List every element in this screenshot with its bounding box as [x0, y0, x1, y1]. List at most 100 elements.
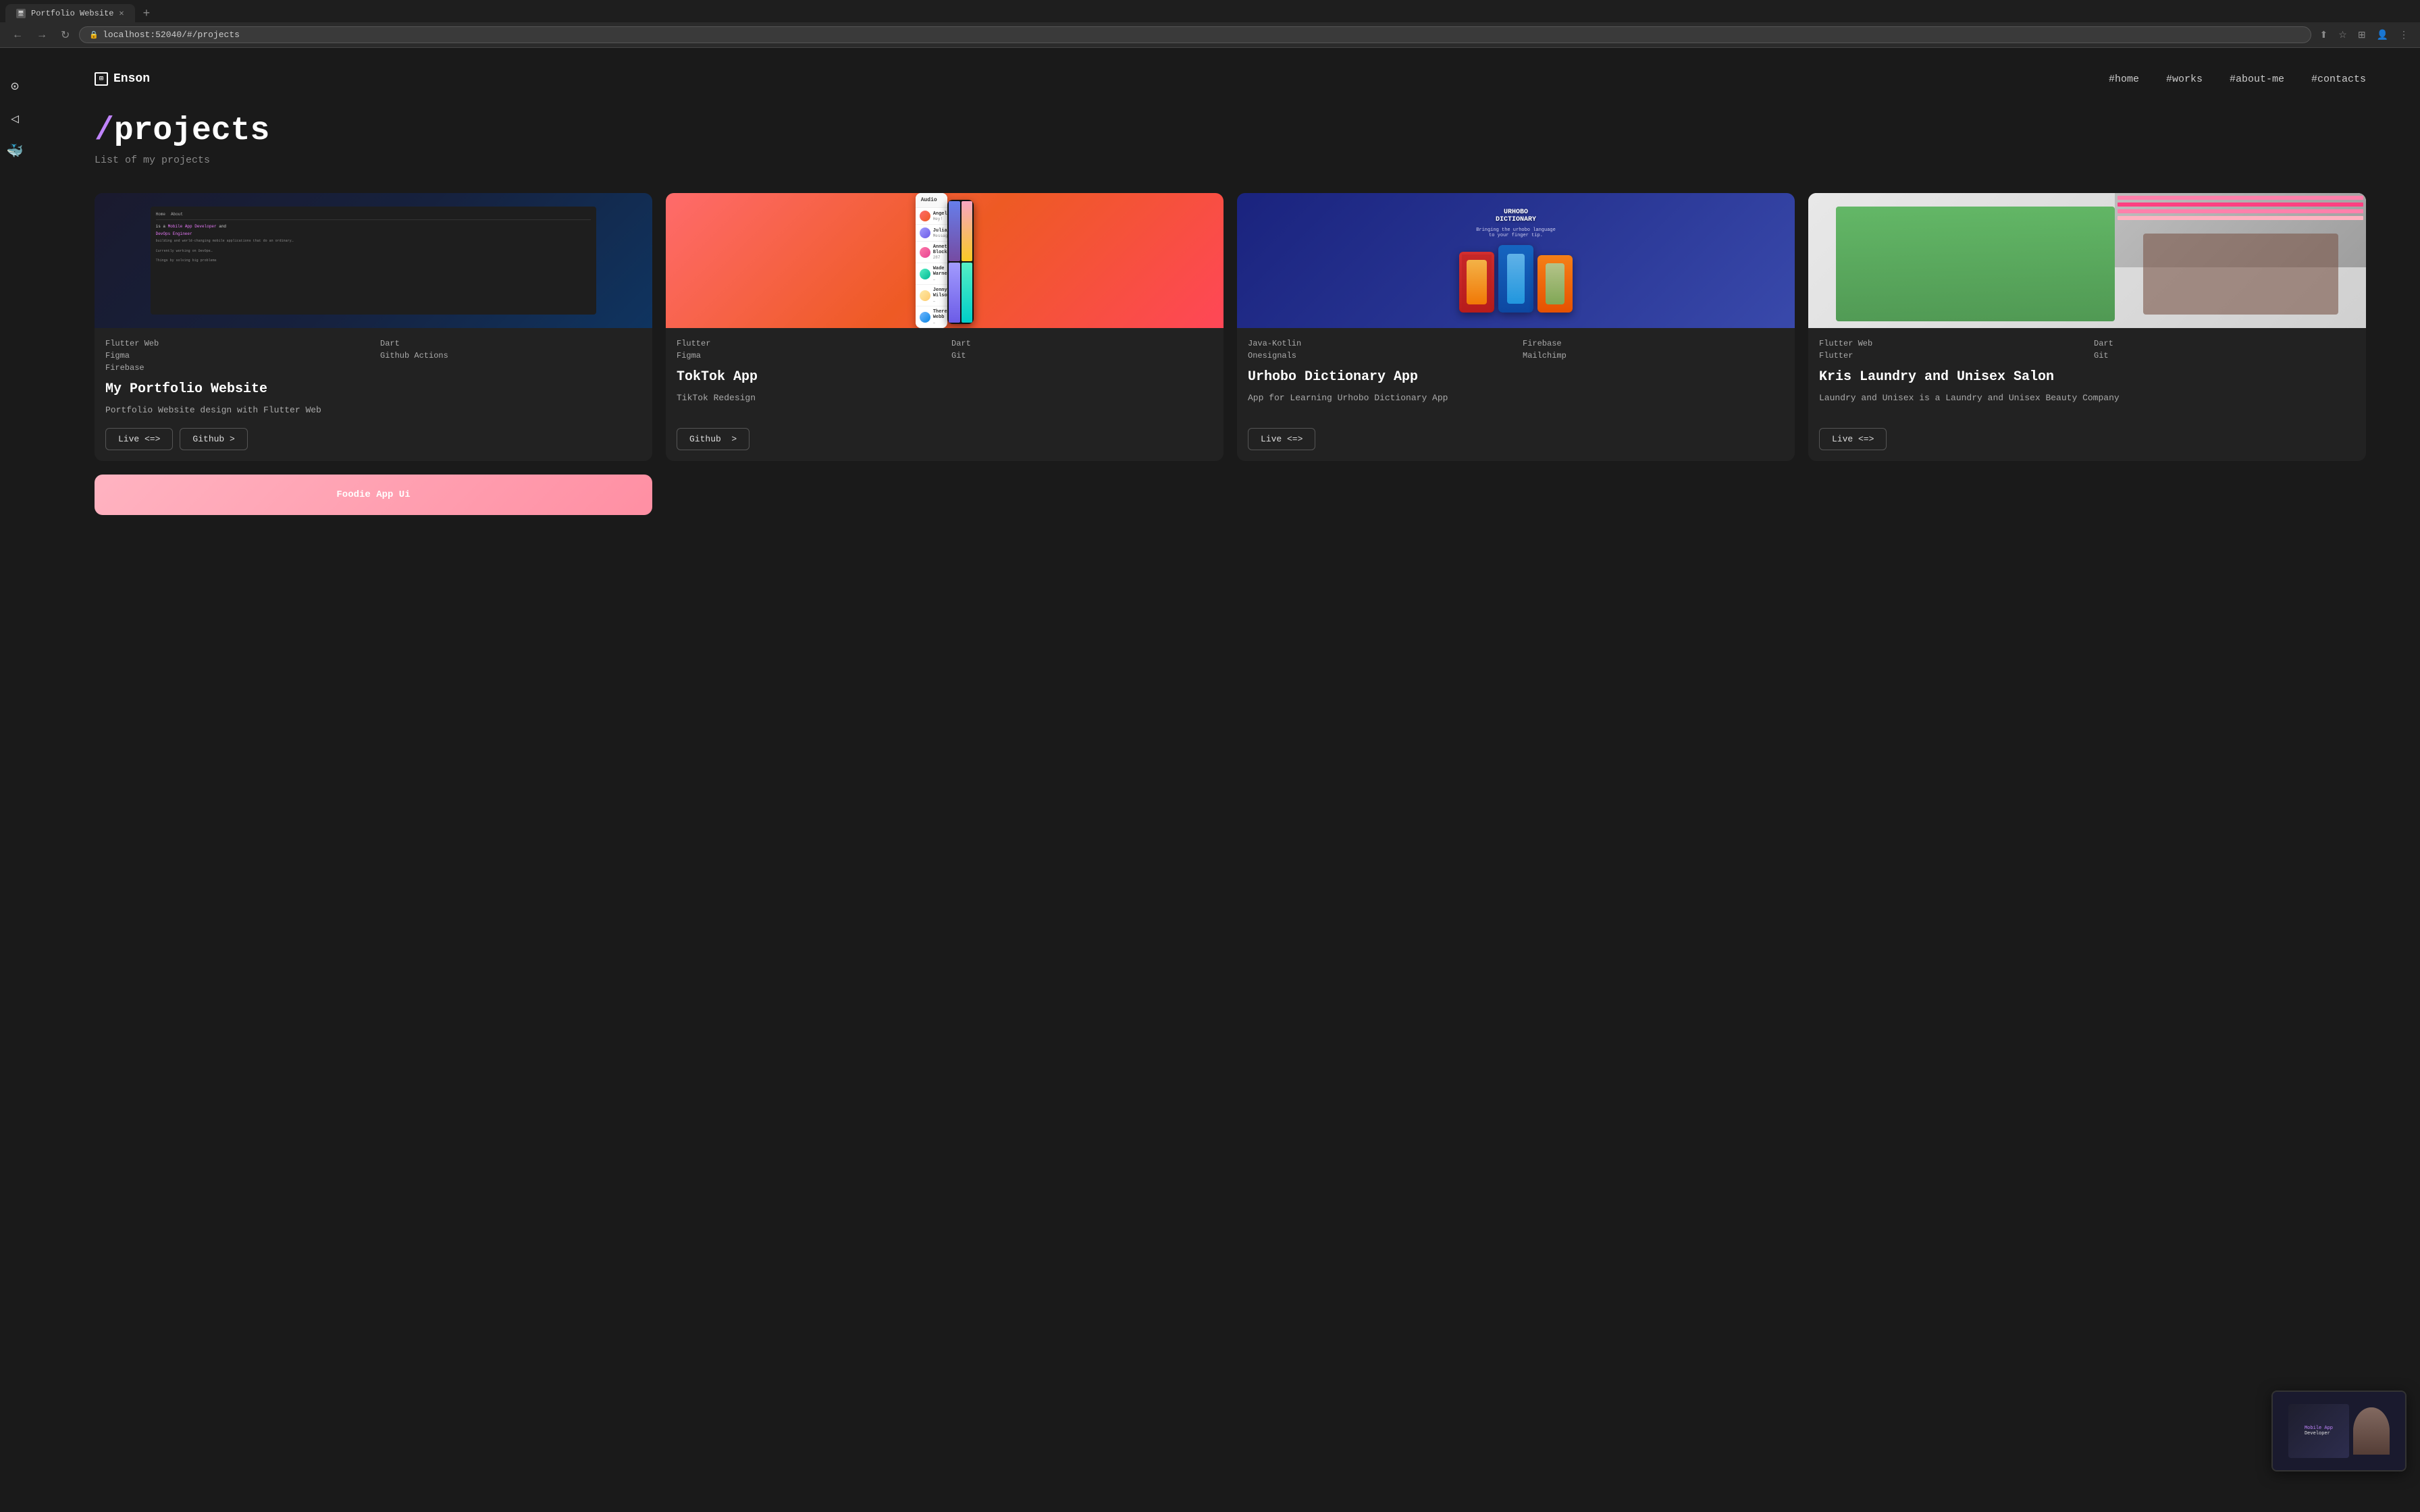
urhobo-phone-2 — [1498, 245, 1533, 313]
projects-row-2: Foodie App Ui — [95, 475, 2366, 515]
mock-header: Home About — [156, 212, 591, 220]
tag-firebase2: Firebase — [1523, 339, 1784, 348]
nav-about[interactable]: #about-me — [2230, 74, 2284, 85]
project-name-urhobo: Urhobo Dictionary App — [1248, 369, 1784, 386]
foodie-partial-name: Foodie App Ui — [336, 489, 410, 500]
project-actions-tiktok: Github > — [677, 428, 1213, 450]
tag-git2: Git — [2094, 351, 2355, 360]
tiktok-phones-container: Audio Angelina Hey! — [916, 193, 974, 328]
project-info-urhobo: Urhobo Dictionary App App for Learning U… — [1237, 366, 1795, 461]
tag-github-actions: Github Actions — [380, 351, 641, 360]
project-card-urhobo: URHOBODICTIONARY Bringing the urhobo lan… — [1237, 193, 1795, 461]
account-button[interactable]: 👤 — [2373, 27, 2392, 43]
tiktok-avatar-6 — [920, 312, 930, 323]
tiktok-msg-1: Hey! — [933, 217, 948, 221]
github-icon[interactable]: ⊙ — [4, 76, 26, 97]
thumbnail-screen-mock: Mobile App Developer — [2288, 1404, 2349, 1458]
tab-close-button[interactable]: ✕ — [119, 8, 124, 18]
tiktok-name-5: Jenny Wilson — [933, 288, 948, 298]
urhobo-person-1 — [1462, 254, 1492, 310]
project-image-urhobo: URHOBODICTIONARY Bringing the urhobo lan… — [1237, 193, 1795, 328]
thumbnail-inner: Mobile App Developer — [2273, 1392, 2405, 1470]
project-desc-laundry: Laundry and Unisex is a Laundry and Unis… — [1819, 392, 2355, 417]
laundry-photo — [1808, 193, 2366, 328]
tag-figma: Figma — [105, 351, 367, 360]
project-card-laundry: Flutter Web Dart Flutter Git Kris Laundr… — [1808, 193, 2366, 461]
urhobo-phones-row — [1459, 245, 1573, 313]
mock-content-line2: DevOps Engineer — [156, 232, 591, 236]
title-text: projects — [114, 113, 269, 149]
project-name-portfolio: My Portfolio Website — [105, 381, 641, 398]
bookmark-button[interactable]: ☆ — [2335, 27, 2350, 43]
tag-dart: Dart — [380, 339, 641, 348]
tiktok-user-info-4: Wade Warner … — [933, 266, 948, 281]
tiktok-avatar-2 — [920, 227, 930, 238]
tiktok-grid-2 — [962, 201, 972, 261]
tiktok-preview: Audio Angelina Hey! — [666, 193, 1224, 328]
title-slash: / — [95, 113, 114, 149]
new-tab-button[interactable]: + — [138, 5, 156, 22]
back-button[interactable]: ← — [8, 28, 27, 43]
tiktok-name-3: Annette Block — [933, 244, 948, 255]
tiktok-user-info-5: Jenny Wilson … — [933, 288, 948, 303]
tag-firebase: Firebase — [105, 363, 367, 373]
tiktok-messages-list: Angelina Hey! Julia_odo… Messages — [916, 208, 948, 328]
tiktok-second-phone — [947, 200, 974, 324]
menu-button[interactable]: ⋮ — [2396, 27, 2412, 43]
laundry-preview — [1808, 193, 2366, 328]
project-tags-laundry: Flutter Web Dart Flutter Git — [1808, 328, 2366, 366]
refresh-button[interactable]: ↻ — [57, 27, 74, 43]
nav-contacts[interactable]: #contacts — [2311, 74, 2366, 85]
tag-flutter: Flutter — [677, 339, 938, 348]
tiktok-message-1: Angelina Hey! — [916, 208, 948, 225]
shelf-item-3 — [2118, 209, 2363, 213]
url-text: localhost:52040/#/projects — [103, 30, 240, 40]
shelf-item-2 — [2118, 202, 2363, 207]
project-info-tiktok: TokTok App TikTok Redesign Github > — [666, 366, 1224, 461]
tiktok-user-info-2: Julia_odo… Messages — [933, 228, 948, 238]
flutter-icon[interactable]: ◁ — [4, 108, 26, 130]
thumbnail-person — [2353, 1407, 2390, 1455]
urhobo-subtitle-text: Bringing the urhobo languageto your fing… — [1476, 227, 1556, 238]
tag-onesignals: Onesignals — [1248, 351, 1509, 360]
tiktok-avatar-1 — [920, 211, 930, 221]
address-bar[interactable]: 🔒 localhost:52040/#/projects — [79, 26, 2311, 43]
nav-home[interactable]: #home — [2109, 74, 2139, 85]
portfolio-live-button[interactable]: Live <=> — [105, 428, 173, 450]
tiktok-name-4: Wade Warner — [933, 266, 948, 277]
project-info-portfolio: My Portfolio Website Portfolio Website d… — [95, 378, 652, 461]
tiktok-grid — [947, 200, 974, 324]
tag-flutter-web: Flutter Web — [105, 339, 367, 348]
project-image-portfolio: Home About is a Mobile App Developer and… — [95, 193, 652, 328]
tiktok-github-button[interactable]: Github > — [677, 428, 749, 450]
tiktok-name-1: Angelina — [933, 211, 948, 217]
urhobo-screen-3 — [1537, 255, 1573, 313]
browser-actions: ⬆ ☆ ⊞ 👤 ⋮ — [2317, 27, 2412, 43]
portfolio-preview: Home About is a Mobile App Developer and… — [95, 193, 652, 328]
nav-works[interactable]: #works — [2166, 74, 2203, 85]
extensions-button[interactable]: ⊞ — [2355, 27, 2369, 43]
tiktok-msg-2: Messages — [933, 234, 948, 238]
share-button[interactable]: ⬆ — [2317, 27, 2332, 43]
tag-mailchimp: Mailchimp — [1523, 351, 1784, 360]
tiktok-message-3: Annette Block 287 — [916, 242, 948, 263]
thumbnail-preview: Mobile App Developer — [2271, 1390, 2406, 1472]
tag-figma2: Figma — [677, 351, 938, 360]
mock-content-line1: is a Mobile App Developer and — [156, 224, 591, 229]
portfolio-github-button[interactable]: Github > — [180, 428, 247, 450]
tiktok-avatar-3 — [920, 247, 930, 258]
docker-icon[interactable]: 🐳 — [4, 140, 26, 162]
laundry-person-container — [1836, 207, 2115, 321]
laundry-live-button[interactable]: Live <=> — [1819, 428, 1887, 450]
forward-button[interactable]: → — [32, 28, 51, 43]
active-tab[interactable]: 🖥 Portfolio Website ✕ — [5, 4, 135, 22]
project-tags-portfolio: Flutter Web Dart Figma Github Actions Fi… — [95, 328, 652, 378]
page-title: /projects — [95, 113, 2366, 149]
logo: ⊞ Enson — [95, 72, 150, 86]
tiktok-message-4: Wade Warner … — [916, 263, 948, 285]
project-image-tiktok: Audio Angelina Hey! — [666, 193, 1224, 328]
tab-favicon: 🖥 — [16, 9, 26, 18]
urhobo-live-button[interactable]: Live <=> — [1248, 428, 1315, 450]
urhobo-phone-3 — [1537, 255, 1573, 313]
shelf-item-4 — [2118, 216, 2363, 220]
